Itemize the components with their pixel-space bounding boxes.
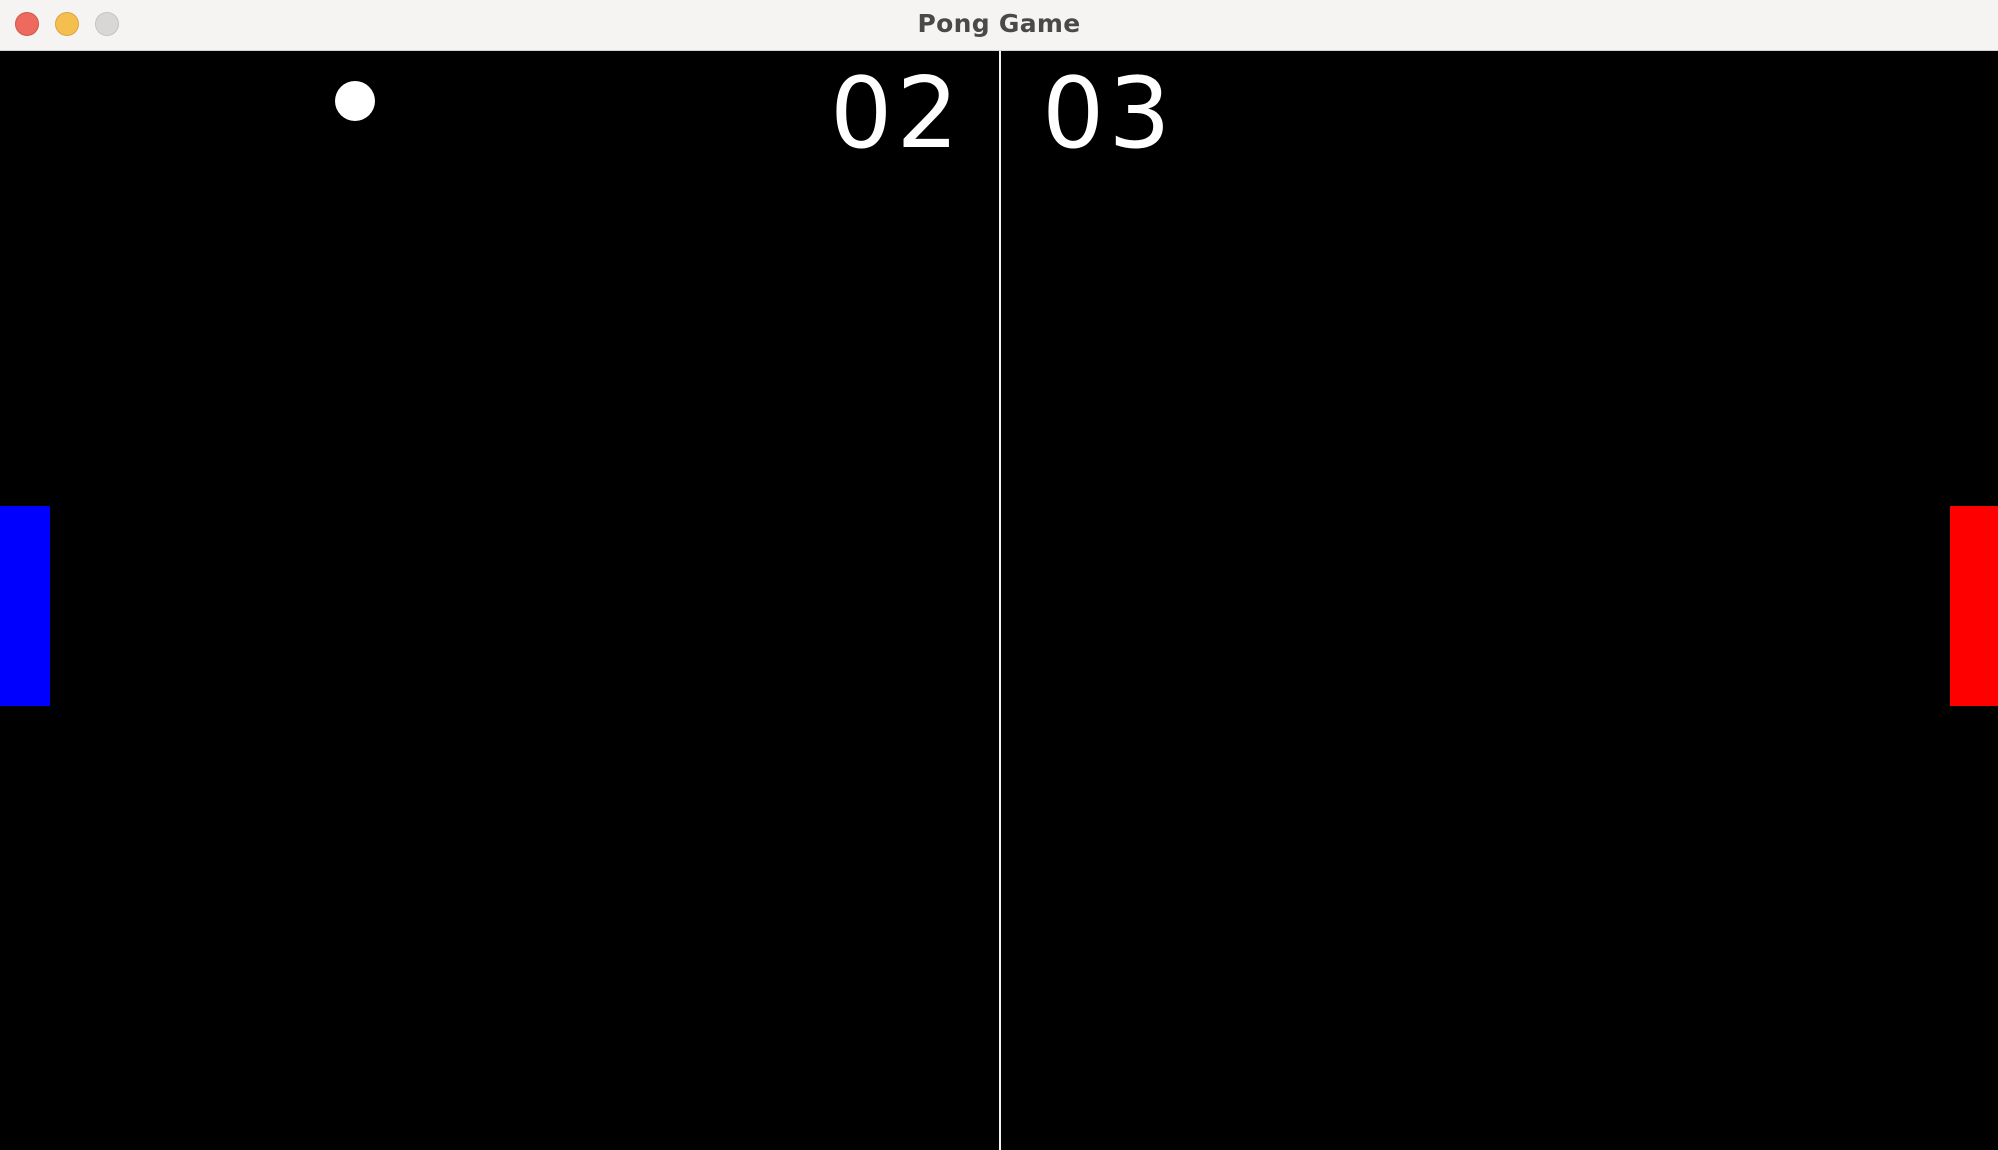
game-court: 02 03 bbox=[0, 51, 1998, 1150]
left-paddle[interactable] bbox=[0, 506, 50, 706]
game-window: Pong Game 02 03 bbox=[0, 0, 1998, 1150]
title-bar: Pong Game bbox=[0, 0, 1998, 51]
window-title: Pong Game bbox=[917, 9, 1081, 38]
ball bbox=[335, 81, 375, 121]
left-player-score: 02 bbox=[830, 57, 963, 171]
right-player-score: 03 bbox=[1042, 57, 1175, 171]
right-paddle[interactable] bbox=[1950, 506, 1998, 706]
center-net-line bbox=[999, 51, 1001, 1150]
